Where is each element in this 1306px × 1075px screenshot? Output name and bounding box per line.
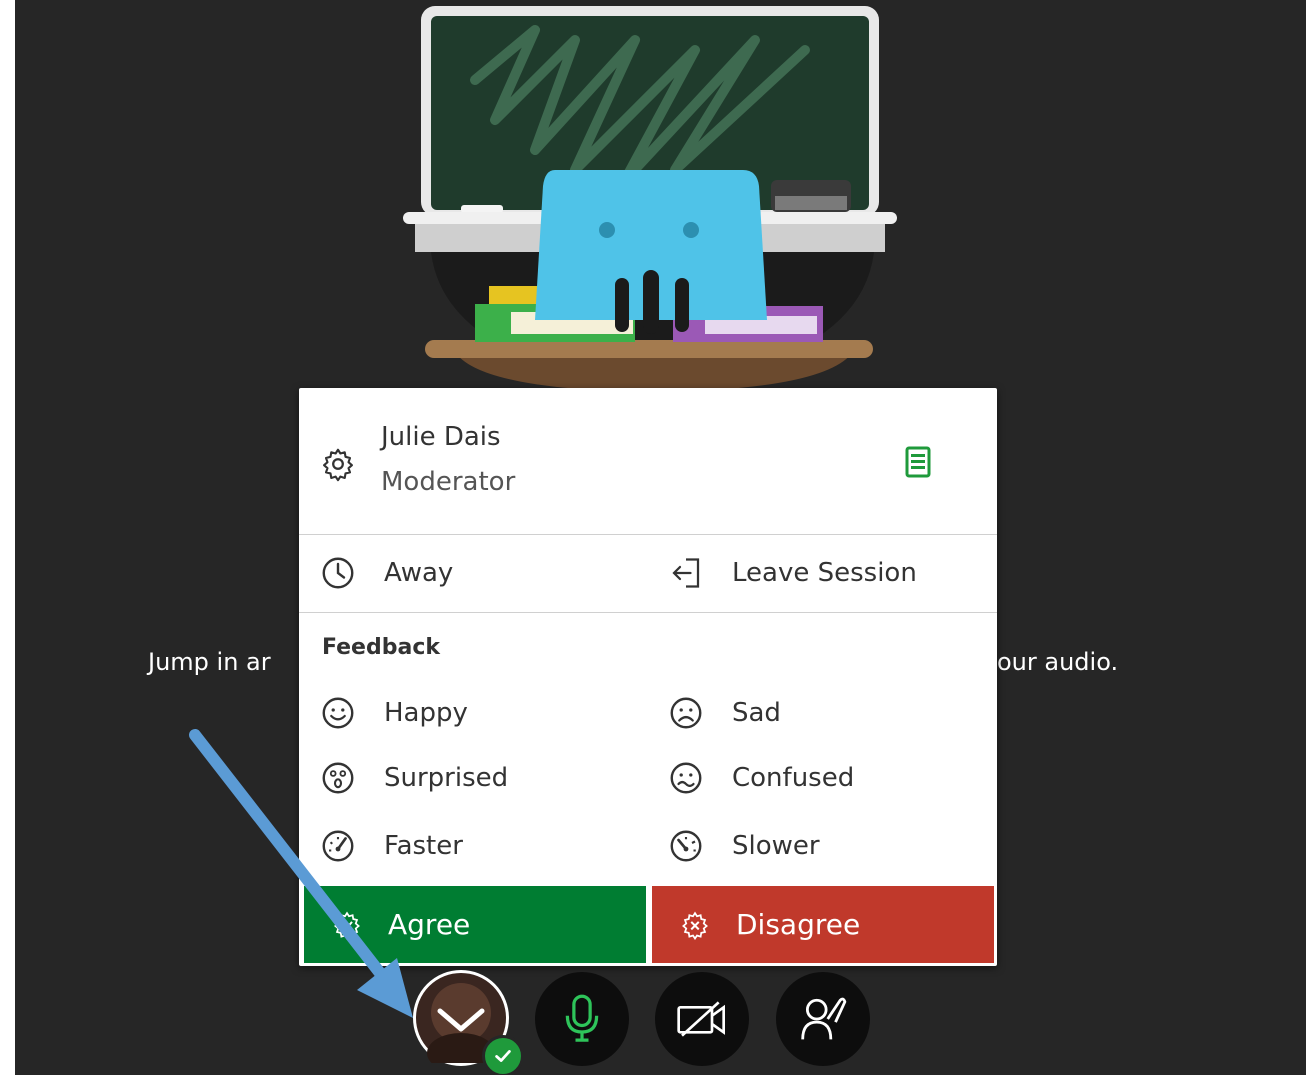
feedback-slower-label: Slower bbox=[732, 831, 820, 861]
session-stage: Jump in ar our audio. Julie Dais Moderat… bbox=[15, 0, 1306, 1075]
away-label: Away bbox=[384, 558, 454, 588]
feedback-confused-label: Confused bbox=[732, 763, 855, 793]
available-status-badge bbox=[482, 1035, 524, 1075]
my-settings-menu: Julie Dais Moderator Away Leave Session … bbox=[299, 388, 997, 966]
feedback-faster[interactable]: Faster bbox=[320, 818, 463, 874]
agree-label: Agree bbox=[388, 908, 471, 941]
join-prompt-left: Jump in ar bbox=[148, 648, 271, 676]
feedback-faster-label: Faster bbox=[384, 831, 463, 861]
clock-icon bbox=[320, 551, 364, 595]
raise-hand-icon bbox=[801, 997, 847, 1040]
away-option[interactable]: Away bbox=[320, 545, 453, 601]
feedback-heading: Feedback bbox=[322, 635, 440, 660]
camera-button[interactable] bbox=[655, 972, 749, 1066]
sad-face-icon bbox=[668, 691, 712, 735]
feedback-surprised[interactable]: Surprised bbox=[320, 750, 508, 806]
speed-fast-icon bbox=[320, 824, 364, 868]
menu-header: Julie Dais Moderator bbox=[299, 388, 997, 535]
status-section: Away Leave Session bbox=[299, 535, 997, 613]
disagree-button[interactable]: Disagree bbox=[652, 886, 994, 963]
user-name: Julie Dais bbox=[381, 422, 501, 452]
notes-icon[interactable] bbox=[905, 446, 931, 478]
feedback-sad[interactable]: Sad bbox=[668, 685, 781, 741]
microphone-icon bbox=[565, 994, 599, 1042]
join-prompt-right: our audio. bbox=[997, 648, 1119, 676]
disagree-icon bbox=[680, 910, 724, 940]
surprised-face-icon bbox=[320, 756, 364, 800]
check-icon bbox=[495, 1050, 511, 1062]
user-role: Moderator bbox=[381, 467, 516, 497]
disagree-label: Disagree bbox=[736, 908, 861, 941]
feedback-happy[interactable]: Happy bbox=[320, 685, 468, 741]
leave-icon bbox=[668, 551, 712, 595]
feedback-confused[interactable]: Confused bbox=[668, 750, 854, 806]
speed-slow-icon bbox=[668, 824, 712, 868]
mic-button[interactable] bbox=[535, 972, 629, 1066]
gear-icon[interactable] bbox=[320, 446, 356, 482]
share-button[interactable] bbox=[776, 972, 870, 1066]
confused-face-icon bbox=[668, 756, 712, 800]
happy-face-icon bbox=[320, 691, 364, 735]
feedback-slower[interactable]: Slower bbox=[668, 818, 820, 874]
classroom-illustration bbox=[403, 6, 897, 392]
camera-off-icon bbox=[677, 1001, 725, 1037]
leave-session-option[interactable]: Leave Session bbox=[668, 545, 917, 601]
feedback-sad-label: Sad bbox=[732, 698, 781, 728]
agree-button[interactable]: Agree bbox=[304, 886, 646, 963]
leave-session-label: Leave Session bbox=[732, 558, 917, 588]
feedback-happy-label: Happy bbox=[384, 698, 468, 728]
feedback-surprised-label: Surprised bbox=[384, 763, 509, 793]
agree-icon bbox=[332, 910, 376, 940]
